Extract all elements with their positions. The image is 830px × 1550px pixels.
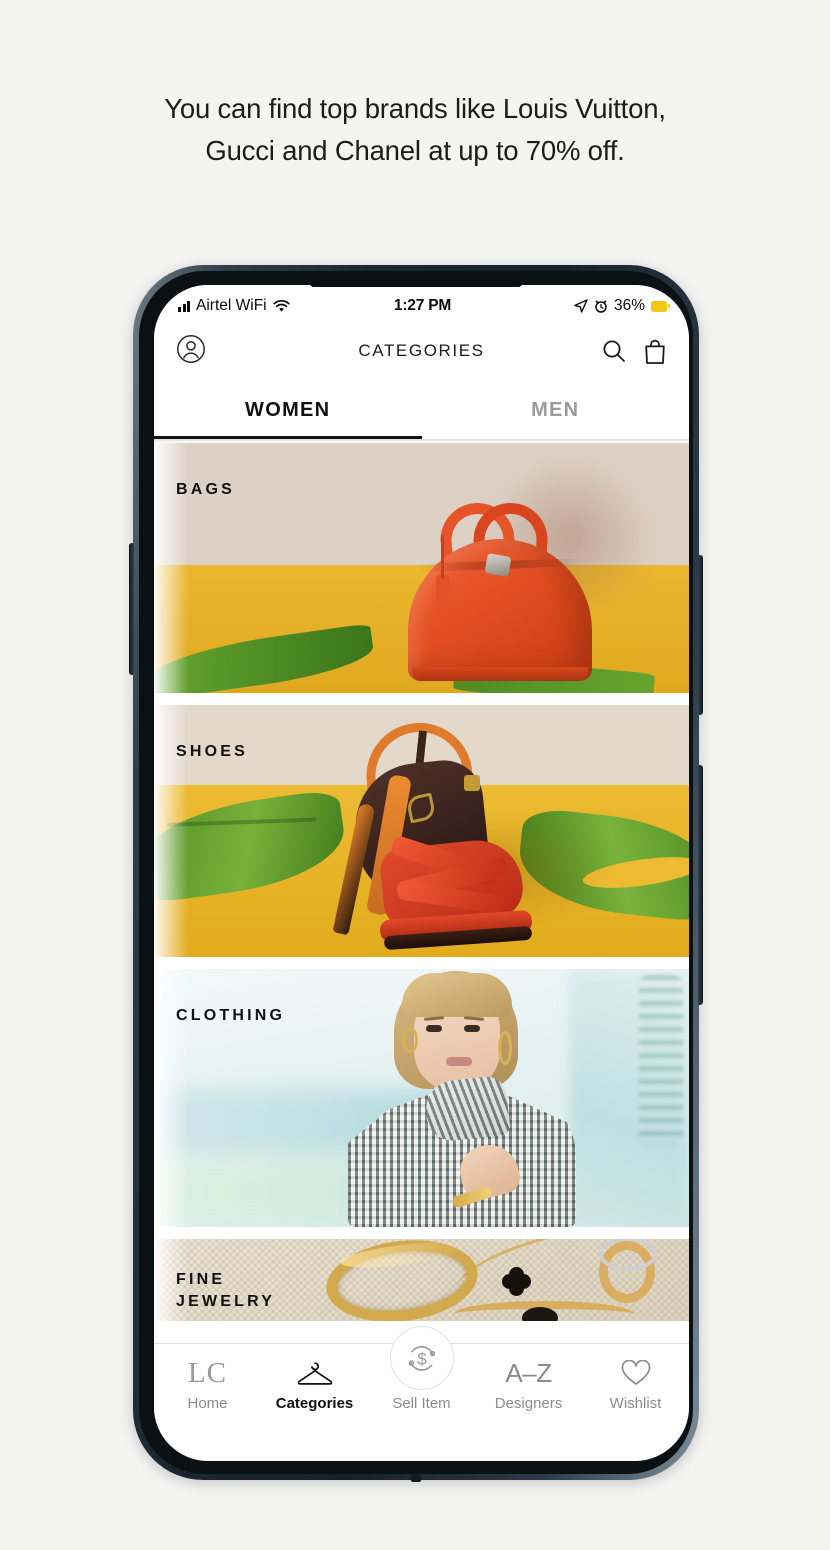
headline-line-2: Gucci and Chanel at up to 70% off. bbox=[205, 135, 625, 166]
clover-pendant-icon bbox=[502, 1267, 532, 1297]
page-title: You can find top brands like Louis Vuitt… bbox=[0, 88, 830, 172]
app-store-screenshot: You can find top brands like Louis Vuitt… bbox=[0, 0, 830, 1550]
search-icon[interactable] bbox=[601, 338, 627, 364]
nav-label-wishlist: Wishlist bbox=[609, 1395, 662, 1412]
signal-bars-icon bbox=[178, 300, 190, 312]
category-label-shoes: SHOES bbox=[176, 743, 249, 760]
nav-item-designers[interactable]: A–Z Designers bbox=[475, 1358, 582, 1412]
nav-item-categories[interactable]: Categories bbox=[261, 1358, 368, 1412]
nav-item-home[interactable]: LC Home bbox=[154, 1358, 261, 1412]
handbag-photo bbox=[402, 499, 598, 681]
battery-percent-label: 36% bbox=[613, 297, 645, 314]
carrier-label: Airtel WiFi bbox=[196, 297, 267, 314]
svg-text:$: $ bbox=[417, 1350, 427, 1369]
phone-device-frame: Airtel WiFi 1:27 PM 36% CATEGORIES WOMEN… bbox=[129, 265, 703, 1482]
phone-right-button-upper[interactable] bbox=[698, 555, 703, 715]
active-tab-underline bbox=[154, 435, 422, 439]
category-label-bags: BAGS bbox=[176, 481, 236, 498]
category-list: BAGS SHOES CLOTHING FINE JEWELRY bbox=[154, 443, 689, 1321]
status-bar: Airtel WiFi 1:27 PM 36% bbox=[154, 285, 689, 321]
gender-tabs: WOMEN MEN bbox=[154, 381, 689, 439]
category-card-clothing[interactable]: CLOTHING bbox=[154, 969, 689, 1227]
status-time: 1:27 PM bbox=[393, 297, 452, 314]
account-circle-icon[interactable] bbox=[176, 334, 206, 364]
category-card-shoes[interactable]: SHOES bbox=[154, 705, 689, 957]
app-header: CATEGORIES bbox=[154, 321, 689, 381]
category-label-line-1: FINE bbox=[176, 1271, 226, 1288]
bottom-navigation-bar: LC Home Categories $ Sell Item A–Z Desig… bbox=[154, 1326, 689, 1435]
high-heel-photo bbox=[304, 719, 534, 951]
nav-item-sell-item[interactable]: $ Sell Item bbox=[368, 1326, 475, 1412]
phone-right-button-lower[interactable] bbox=[698, 765, 703, 1005]
model-photo bbox=[322, 969, 594, 1227]
tab-women[interactable]: WOMEN bbox=[154, 381, 422, 439]
category-label-clothing: CLOTHING bbox=[176, 1007, 286, 1024]
category-label-line-2: JEWELRY bbox=[176, 1293, 276, 1310]
palm-tree-blur bbox=[639, 975, 683, 1145]
heart-icon bbox=[621, 1358, 651, 1388]
nav-label-categories: Categories bbox=[275, 1395, 354, 1412]
nav-label-designers: Designers bbox=[494, 1395, 563, 1412]
tab-men[interactable]: MEN bbox=[422, 381, 690, 439]
nav-label-sell-item: Sell Item bbox=[392, 1395, 451, 1412]
nav-label-home: Home bbox=[187, 1395, 228, 1412]
shopping-bag-icon[interactable] bbox=[643, 338, 667, 365]
category-label-fine-jewelry: FINE JEWELRY bbox=[176, 1269, 275, 1313]
dollar-refresh-icon[interactable]: $ bbox=[389, 1326, 454, 1390]
location-arrow-icon bbox=[574, 299, 588, 313]
phone-screen: Airtel WiFi 1:27 PM 36% CATEGORIES WOMEN… bbox=[154, 285, 689, 1461]
alarm-clock-icon bbox=[595, 300, 607, 313]
wifi-icon bbox=[272, 299, 290, 312]
phone-bezel: Airtel WiFi 1:27 PM 36% CATEGORIES WOMEN… bbox=[139, 271, 693, 1474]
phone-left-button[interactable] bbox=[129, 543, 134, 675]
a-to-z-icon: A–Z bbox=[505, 1358, 552, 1388]
phone-earpiece-speaker bbox=[310, 280, 522, 287]
clothes-hanger-icon bbox=[296, 1358, 334, 1388]
battery-low-power-icon bbox=[651, 300, 670, 312]
lc-logo-icon: LC bbox=[187, 1356, 228, 1389]
nav-item-wishlist[interactable]: Wishlist bbox=[582, 1358, 689, 1412]
headline-line-1: You can find top brands like Louis Vuitt… bbox=[164, 93, 666, 124]
category-card-fine-jewelry[interactable]: FINE JEWELRY bbox=[154, 1239, 689, 1321]
category-card-bags[interactable]: BAGS bbox=[154, 443, 689, 693]
